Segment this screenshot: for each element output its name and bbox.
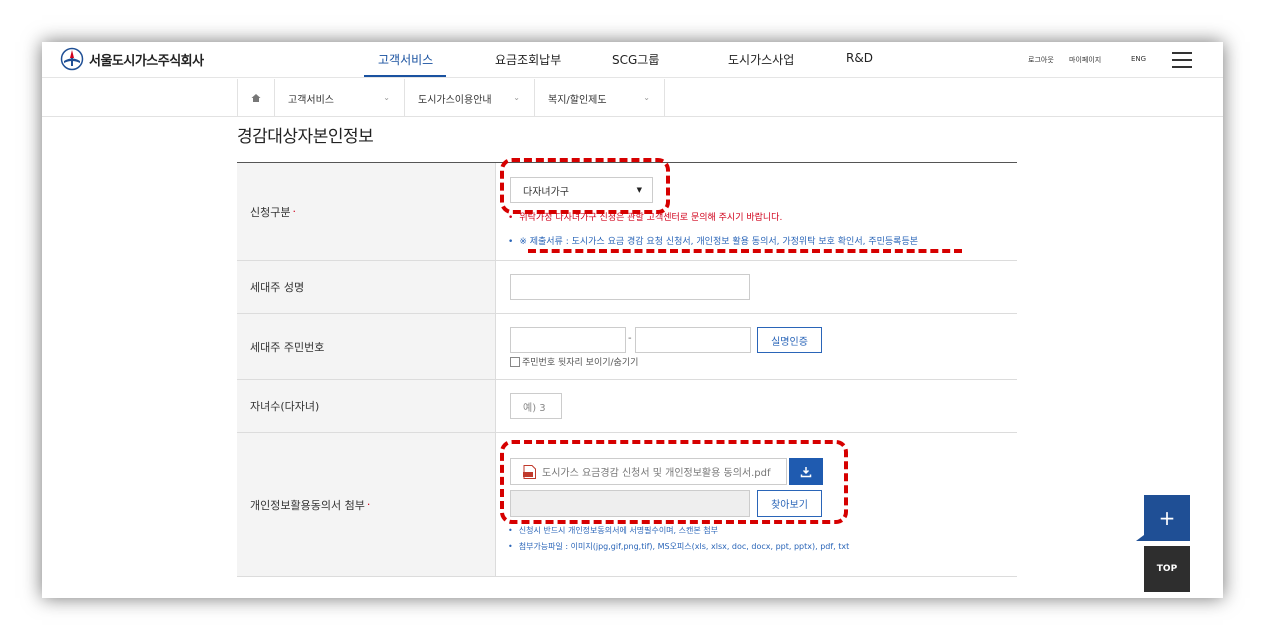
gnb-active-indicator <box>364 75 446 77</box>
required-mark: · <box>292 205 296 218</box>
scroll-top-button[interactable]: TOP <box>1144 546 1190 592</box>
logout-link[interactable]: 로그아웃 <box>1028 55 1054 65</box>
company-logo-icon <box>60 47 84 71</box>
chevron-down-icon: ⌄ <box>383 93 390 102</box>
rrn-visibility-checkbox[interactable] <box>510 356 520 367</box>
verify-name-button[interactable]: 실명인증 <box>757 327 822 353</box>
row-children: 자녀수(다자녀) 예) 3 <box>237 380 1017 433</box>
row-head-name: 세대주 성명 <box>237 261 1017 314</box>
company-name: 서울도시가스주식회사 <box>89 53 204 69</box>
site-logo[interactable]: 서울도시가스주식회사 <box>60 47 204 71</box>
required-mark: · <box>366 498 371 511</box>
annotation-attachment-highlight <box>500 440 848 524</box>
language-link[interactable]: ENG <box>1131 55 1146 63</box>
gnb-city-gas-business[interactable]: 도시가스사업 <box>728 51 794 68</box>
mypage-link[interactable]: 마이페이지 <box>1069 55 1101 65</box>
children-label: 자녀수(다자녀) <box>237 380 496 432</box>
gnb-scg-group[interactable]: SCG그룹 <box>612 51 659 68</box>
gnb-billing[interactable]: 요금조회납부 <box>495 51 561 68</box>
page-title: 경감대상자본인정보 <box>237 127 374 147</box>
head-name-input[interactable] <box>510 274 750 300</box>
browser-frame: 서울도시가스주식회사 고객서비스 요금조회납부 SCG그룹 도시가스사업 R&D… <box>42 42 1223 598</box>
signature-note: • 신청시 반드시 개인정보동의서에 서명필수이며, 스캔본 첨부 <box>508 526 718 535</box>
children-count-placeholder: 예) 3 <box>523 402 546 414</box>
breadcrumb-level3[interactable]: 복지/할인제도 ⌄ <box>534 79 665 117</box>
annotation-select-highlight <box>500 158 670 214</box>
chevron-down-icon: ⌄ <box>643 93 650 102</box>
breadcrumb-level1-label: 고객서비스 <box>288 94 334 106</box>
rrn-front-input[interactable] <box>510 327 626 353</box>
rrn-visibility-toggle[interactable]: 주민번호 뒷자리 보이기/숨기기 <box>510 355 638 368</box>
annotation-documents-underline <box>528 249 962 253</box>
hamburger-menu-icon[interactable] <box>1172 52 1192 68</box>
apply-type-label: 신청구분 · <box>237 163 496 260</box>
breadcrumb-level2[interactable]: 도시가스이용안내 ⌄ <box>404 79 534 117</box>
attachment-label: 개인정보활용동의서 첨부 · <box>237 433 496 576</box>
head-name-label: 세대주 성명 <box>237 261 496 313</box>
breadcrumb: 고객서비스 ⌄ 도시가스이용안내 ⌄ 복지/할인제도 ⌄ <box>42 79 1223 117</box>
row-head-rrn: 세대주 주민번호 - 실명인증 주민번호 뒷자리 보이기/숨기기 <box>237 314 1017 380</box>
breadcrumb-level3-label: 복지/할인제도 <box>548 94 607 106</box>
breadcrumb-level1[interactable]: 고객서비스 ⌄ <box>274 79 404 117</box>
quick-menu-plus-button[interactable]: + <box>1136 495 1190 541</box>
allowed-files-note: • 첨부가능파일 : 이미지(jpg,gif,png,tif), MS오피스(xl… <box>508 542 850 551</box>
rrn-back-input[interactable] <box>635 327 751 353</box>
required-documents-note: • ※ 제출서류 : 도시가스 요금 경감 요청 신청서, 개인정보 활용 동의서… <box>508 237 919 247</box>
site-header: 서울도시가스주식회사 고객서비스 요금조회납부 SCG그룹 도시가스사업 R&D… <box>42 42 1223 78</box>
children-count-input[interactable]: 예) 3 <box>510 393 562 419</box>
home-icon <box>251 94 261 102</box>
breadcrumb-level2-label: 도시가스이용안내 <box>418 94 492 106</box>
head-rrn-label: 세대주 주민번호 <box>237 314 496 379</box>
gnb-customer-service[interactable]: 고객서비스 <box>378 51 433 68</box>
rrn-separator: - <box>628 333 632 344</box>
gnb-rnd[interactable]: R&D <box>846 51 873 65</box>
rrn-visibility-label: 주민번호 뒷자리 보이기/숨기기 <box>522 358 639 368</box>
chevron-down-icon: ⌄ <box>513 93 520 102</box>
breadcrumb-home[interactable] <box>237 79 274 117</box>
